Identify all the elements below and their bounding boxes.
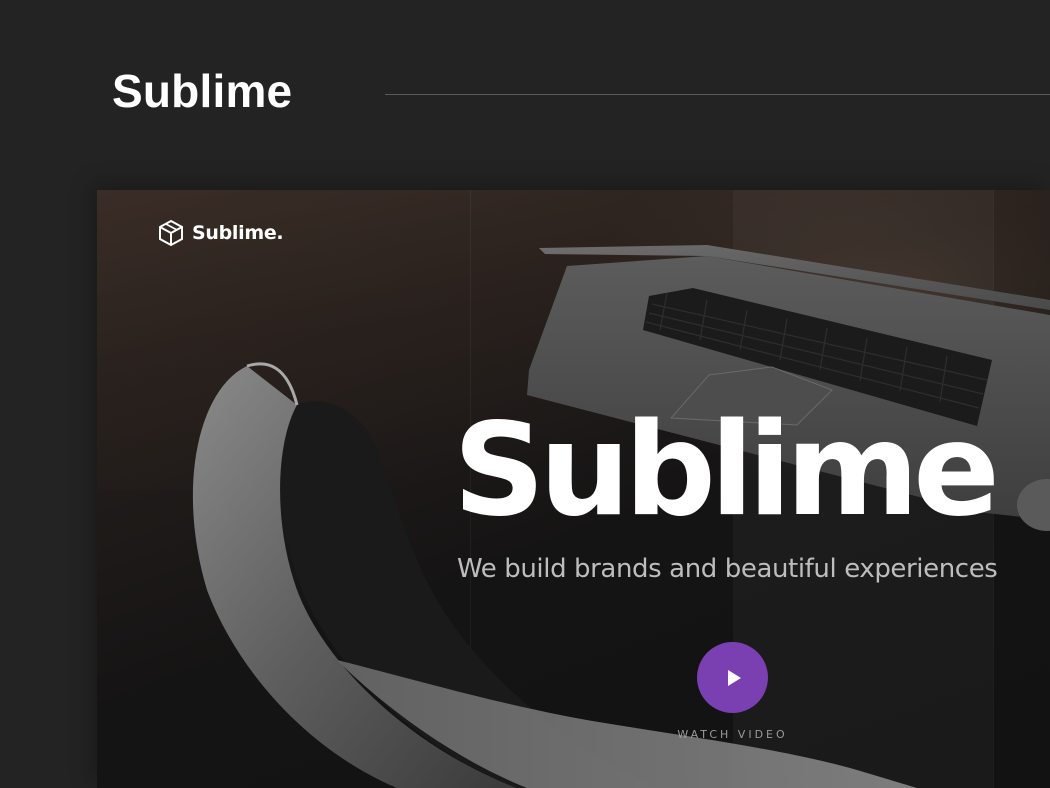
header-divider: [385, 94, 1050, 95]
hero-preview: Sublime. Sublime We build brands and bea…: [97, 190, 1050, 788]
brand-name: Sublime.: [192, 222, 284, 244]
play-icon: [727, 669, 741, 686]
page-title: Sublime: [112, 65, 293, 117]
watch-video-label[interactable]: WATCH VIDEO: [658, 728, 807, 741]
play-video-button[interactable]: [697, 642, 768, 713]
hero-subtitle: We build brands and beautiful experience…: [457, 554, 998, 584]
brand-logo[interactable]: Sublime.: [157, 219, 284, 247]
cube-logo-icon: [159, 219, 183, 247]
hero-title: Sublime: [453, 396, 1000, 545]
